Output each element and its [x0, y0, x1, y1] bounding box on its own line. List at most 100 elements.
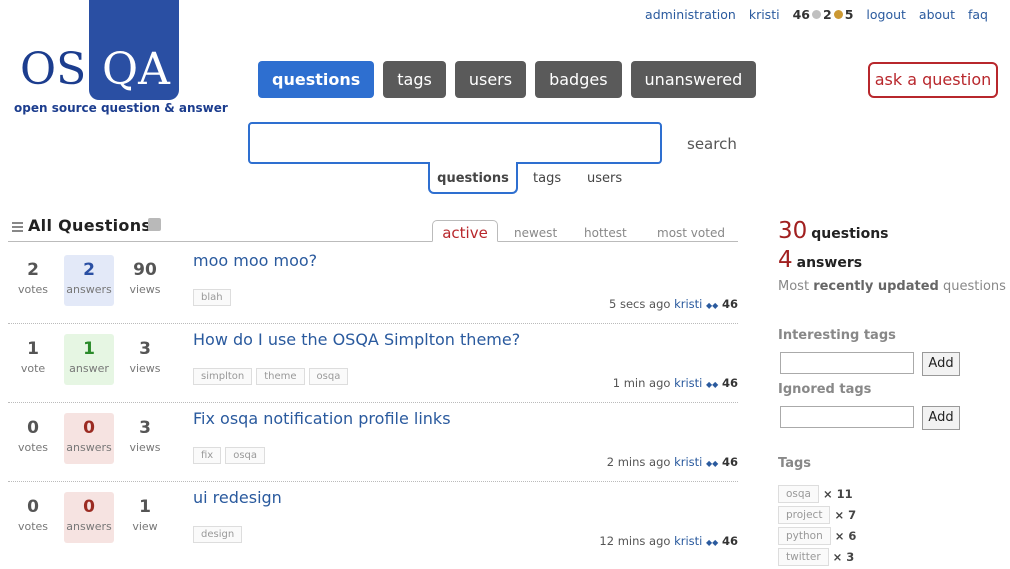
tabs-divider — [8, 241, 738, 242]
view-count: 1 view — [120, 492, 170, 543]
question-user-link[interactable]: kristi — [674, 376, 702, 390]
view-count-value: 3 — [139, 339, 151, 359]
ask-question-button[interactable]: ask a question — [868, 62, 998, 98]
question-tags: design — [193, 526, 243, 543]
nav-questions[interactable]: questions — [258, 61, 375, 98]
tag-cloud-item: osqa × 11 — [778, 485, 856, 503]
tab-most-voted[interactable]: most voted — [657, 226, 725, 240]
tag-link[interactable]: simplton — [193, 368, 253, 385]
answer-count-label: answers — [66, 283, 112, 296]
tag-cloud-item: project × 7 — [778, 506, 856, 524]
site-logo[interactable]: OS QA open source question & answer — [14, 0, 228, 118]
logout-link[interactable]: logout — [866, 7, 906, 22]
nav-badges[interactable]: badges — [535, 61, 622, 98]
question-time: 12 mins ago — [599, 534, 671, 548]
search-scope-users[interactable]: users — [587, 162, 622, 194]
question-user-link[interactable]: kristi — [674, 455, 702, 469]
vote-count: 1 vote — [8, 334, 58, 385]
diamond-icon: ◆◆ — [706, 459, 719, 468]
question-row: 0 votes 0 answers 3 views Fix osqa notif… — [8, 403, 738, 482]
nav-users[interactable]: users — [454, 61, 527, 98]
answer-total-label: answers — [796, 255, 863, 271]
question-meta: 5 secs ago kristi ◆◆ 46 — [609, 297, 738, 311]
question-title-link[interactable]: moo moo moo? — [193, 251, 317, 270]
search-input[interactable] — [248, 122, 662, 164]
question-user-link[interactable]: kristi — [674, 297, 702, 311]
answer-count-label: answers — [66, 520, 112, 533]
administration-link[interactable]: administration — [645, 7, 736, 22]
question-user-link[interactable]: kristi — [674, 534, 702, 548]
add-ignored-tag-button[interactable]: Add — [922, 406, 960, 430]
bronze-badge-count: 5 — [844, 7, 854, 22]
answer-count-label: answers — [66, 441, 112, 454]
answer-count-value: 0 — [83, 418, 95, 438]
silver-badge-icon — [811, 10, 821, 19]
ignored-tags-input[interactable] — [780, 406, 914, 428]
vote-count-label: votes — [17, 441, 49, 454]
tab-newest[interactable]: newest — [514, 226, 557, 240]
answer-count-stat: 4 answers — [778, 247, 862, 273]
vote-count-value: 2 — [27, 260, 39, 280]
answer-count-value: 1 — [83, 339, 95, 359]
silver-badge-count: 2 — [822, 7, 832, 22]
tag-cloud: osqa × 11 project × 7 python × 6 twitter… — [778, 485, 856, 569]
search-scope-tags[interactable]: tags — [533, 162, 561, 194]
recent-bold: recently updated — [813, 279, 939, 294]
user-reputation: 46 — [721, 455, 738, 469]
interesting-tags-heading: Interesting tags — [778, 328, 896, 343]
nav-tags[interactable]: tags — [383, 61, 446, 98]
nav-unanswered[interactable]: unanswered — [630, 61, 757, 98]
tag-link[interactable]: design — [193, 526, 243, 543]
view-count: 90 views — [120, 255, 170, 306]
vote-count: 0 votes — [8, 492, 58, 543]
search-scope-questions[interactable]: questions — [428, 162, 518, 194]
vote-count: 0 votes — [8, 413, 58, 464]
tab-active[interactable]: active — [432, 220, 498, 242]
tags-heading: Tags — [778, 456, 812, 471]
question-title-link[interactable]: ui redesign — [193, 488, 282, 507]
add-interesting-tag-button[interactable]: Add — [922, 352, 960, 376]
question-meta: 2 mins ago kristi ◆◆ 46 — [607, 455, 738, 469]
about-link[interactable]: about — [919, 7, 955, 22]
tag-link[interactable]: project — [778, 506, 831, 524]
answer-count: 2 answers — [64, 255, 114, 306]
tag-link[interactable]: osqa — [308, 368, 349, 385]
tag-count: × 6 — [834, 529, 857, 543]
username-link[interactable]: kristi — [749, 7, 780, 22]
tab-hottest[interactable]: hottest — [584, 226, 627, 240]
rss-feed-icon[interactable] — [148, 218, 161, 231]
tag-link[interactable]: blah — [193, 289, 231, 306]
user-bar: administration kristi 46 2 5 logout abou… — [645, 7, 988, 22]
search-button[interactable]: search — [687, 135, 737, 153]
bronze-badge-icon — [833, 10, 843, 19]
tag-link[interactable]: twitter — [778, 548, 829, 566]
question-tags: blah — [193, 289, 231, 306]
tag-link[interactable]: fix — [193, 447, 222, 464]
tag-count: × 11 — [823, 487, 853, 501]
tag-link[interactable]: python — [778, 527, 831, 545]
answer-count-value: 0 — [83, 497, 95, 517]
question-time: 5 secs ago — [609, 297, 671, 311]
answer-count: 0 answers — [64, 492, 114, 543]
reputation-score: 46 — [792, 7, 810, 22]
question-title-link[interactable]: How do I use the OSQA Simplton theme? — [193, 330, 520, 349]
diamond-icon: ◆◆ — [706, 538, 719, 547]
logo-subtitle: open source question & answer — [14, 101, 228, 115]
question-title-link[interactable]: Fix osqa notification profile links — [193, 409, 451, 428]
question-tags: simplton theme osqa — [193, 368, 349, 385]
view-count-value: 3 — [139, 418, 151, 438]
tag-link[interactable]: osqa — [778, 485, 819, 503]
tag-cloud-item: twitter × 3 — [778, 548, 856, 566]
vote-count-label: vote — [20, 362, 46, 375]
tag-link[interactable]: osqa — [225, 447, 266, 464]
question-row: 1 vote 1 answer 3 views How do I use the… — [8, 324, 738, 403]
view-count-value: 90 — [133, 260, 157, 280]
recent-suffix: questions — [942, 279, 1006, 294]
view-count-label: views — [129, 441, 161, 454]
ignored-tags-heading: Ignored tags — [778, 382, 872, 397]
interesting-tags-input[interactable] — [780, 352, 914, 374]
tag-link[interactable]: theme — [256, 368, 305, 385]
question-meta: 1 min ago kristi ◆◆ 46 — [613, 376, 738, 390]
faq-link[interactable]: faq — [968, 7, 988, 22]
user-reputation: 46 — [721, 534, 738, 548]
